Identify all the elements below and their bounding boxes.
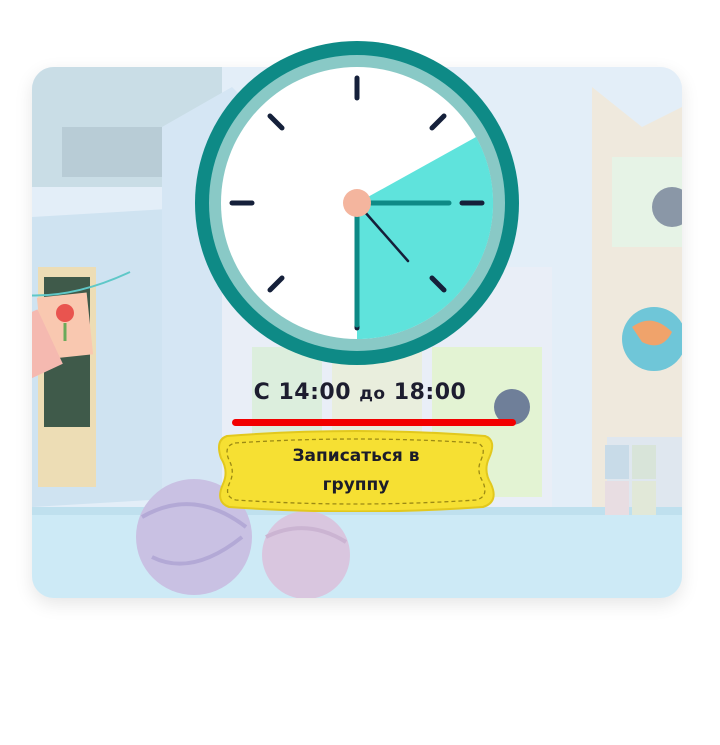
signup-label-wrap: Записаться в группу [213,430,499,512]
schedule-start: 14:00 [278,380,352,405]
schedule-time: С 14:00 до 18:00 [0,380,720,405]
schedule-prefix: С [253,380,271,405]
clock-icon [195,41,519,365]
schedule-end: 18:00 [393,380,467,405]
schedule-mid: до [359,384,386,404]
signup-label: Записаться в группу [292,446,420,495]
red-underline [232,419,516,426]
signup-button[interactable]: Записаться в группу [213,430,499,512]
